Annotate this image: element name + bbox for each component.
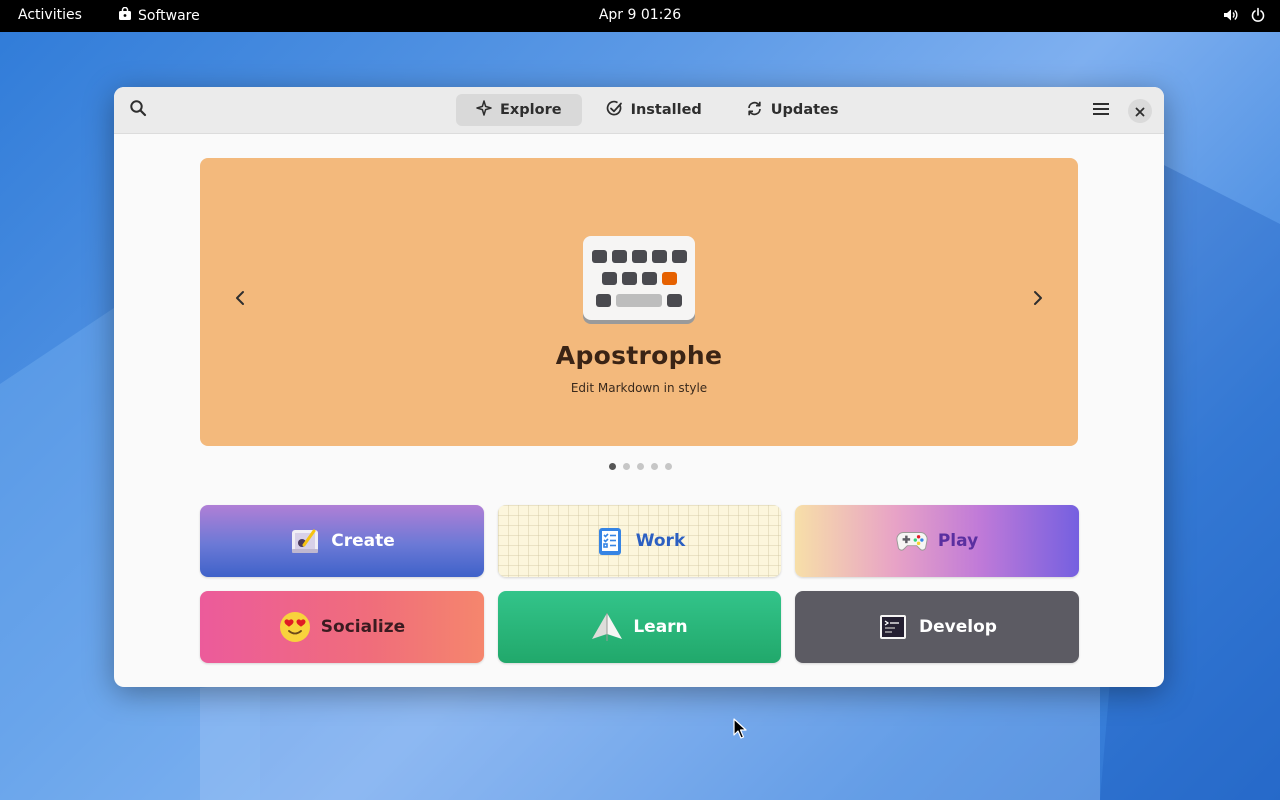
category-develop-label: Develop <box>919 617 997 637</box>
category-play-label: Play <box>937 531 979 551</box>
system-status-area[interactable] <box>1222 7 1266 27</box>
category-develop-button[interactable]: Develop <box>795 591 1079 663</box>
header-bar: Explore Installed Updates <box>114 87 1164 134</box>
software-window: Explore Installed Updates Apostrophe Edi… <box>114 87 1164 687</box>
tab-installed-label: Installed <box>630 102 702 118</box>
close-button[interactable] <box>1128 99 1152 123</box>
tab-installed[interactable]: Installed <box>586 94 722 126</box>
chevron-left-icon <box>234 290 246 310</box>
create-icon <box>289 525 321 557</box>
category-learn-button[interactable]: Learn <box>498 591 781 663</box>
carousel-next-button[interactable] <box>1024 286 1052 314</box>
carousel-dot[interactable] <box>651 463 658 470</box>
carousel-dot[interactable] <box>623 463 630 470</box>
carousel-dot[interactable] <box>609 463 616 470</box>
featured-app-banner[interactable]: Apostrophe Edit Markdown in style <box>200 158 1078 446</box>
carousel-dot[interactable] <box>665 463 672 470</box>
category-work-label: Work <box>635 531 686 551</box>
carousel-previous-button[interactable] <box>226 286 254 314</box>
gamepad-icon <box>896 525 928 557</box>
tab-updates-label: Updates <box>770 102 839 118</box>
check-circle-icon <box>606 100 623 121</box>
view-switcher: Explore Installed Updates <box>456 94 859 126</box>
tab-explore-label: Explore <box>500 102 562 118</box>
category-work-button[interactable]: Work <box>498 505 781 577</box>
carousel-indicators <box>114 463 1164 470</box>
featured-app-title: Apostrophe <box>555 341 723 370</box>
apostrophe-app-icon <box>582 236 696 326</box>
chevron-right-icon <box>1032 290 1044 310</box>
category-socialize-label: Socialize <box>320 617 406 637</box>
search-button[interactable] <box>124 96 152 124</box>
search-icon <box>129 99 147 121</box>
hamburger-menu-icon <box>1093 101 1109 120</box>
clock[interactable]: Apr 9 01:26 <box>0 7 1280 23</box>
explore-sparkle-icon <box>476 100 492 120</box>
tab-explore[interactable]: Explore <box>456 94 582 126</box>
paper-plane-icon <box>591 611 623 643</box>
tab-updates[interactable]: Updates <box>726 94 859 126</box>
heart-eyes-emoji-icon <box>279 611 311 643</box>
featured-app-description: Edit Markdown in style <box>570 381 708 395</box>
category-learn-label: Learn <box>633 617 688 637</box>
category-create-button[interactable]: Create <box>200 505 484 577</box>
power-icon <box>1250 7 1266 27</box>
category-play-button[interactable]: Play <box>795 505 1079 577</box>
top-bar: Activities Software Apr 9 01:26 <box>0 0 1280 32</box>
terminal-icon <box>877 611 909 643</box>
volume-icon <box>1222 7 1238 27</box>
main-menu-button[interactable] <box>1090 99 1112 121</box>
category-create-label: Create <box>331 531 395 551</box>
category-socialize-button[interactable]: Socialize <box>200 591 484 663</box>
mouse-pointer-icon <box>733 718 747 744</box>
close-icon <box>1135 102 1145 121</box>
refresh-icon <box>746 100 763 121</box>
clipboard-checklist-icon <box>594 525 626 557</box>
carousel-dot[interactable] <box>637 463 644 470</box>
